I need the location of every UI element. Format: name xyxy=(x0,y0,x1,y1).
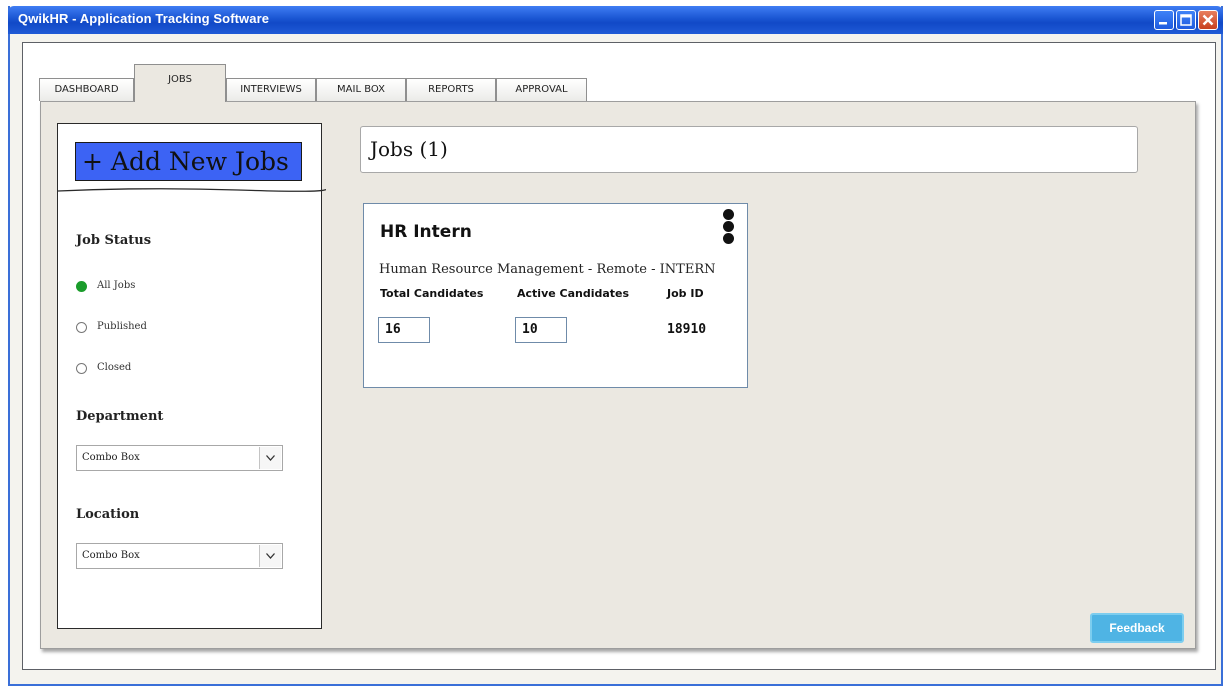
active-candidates-value[interactable]: 10 xyxy=(515,317,567,343)
close-button[interactable] xyxy=(1198,10,1218,30)
radio-published[interactable] xyxy=(76,322,87,333)
jobs-count-header: Jobs (1) xyxy=(360,126,1138,173)
department-dropdown-button[interactable] xyxy=(259,447,281,469)
department-select[interactable]: Combo Box xyxy=(76,445,283,471)
maximize-button[interactable] xyxy=(1176,10,1196,30)
department-heading: Department xyxy=(76,409,164,424)
tab-jobs[interactable]: JOBS xyxy=(134,64,226,102)
job-title[interactable]: HR Intern xyxy=(380,222,472,242)
total-candidates-value[interactable]: 16 xyxy=(378,317,430,343)
radio-all-jobs-label[interactable]: All Jobs xyxy=(97,280,135,291)
job-status-heading: Job Status xyxy=(76,233,152,248)
more-options-icon[interactable] xyxy=(721,209,737,247)
tab-interviews[interactable]: INTERVIEWS xyxy=(226,78,316,101)
add-new-jobs-button[interactable]: + Add New Jobs xyxy=(75,142,302,181)
minimize-button[interactable] xyxy=(1154,10,1174,30)
location-heading: Location xyxy=(76,507,140,522)
location-select-value: Combo Box xyxy=(82,550,140,561)
tab-dashboard[interactable]: DASHBOARD xyxy=(39,78,134,101)
window-title: QwikHR - Application Tracking Software xyxy=(18,11,270,26)
radio-closed-label[interactable]: Closed xyxy=(97,362,131,373)
filter-divider xyxy=(58,188,326,192)
radio-all-jobs[interactable] xyxy=(76,281,87,292)
radio-closed[interactable] xyxy=(76,363,87,374)
radio-published-label[interactable]: Published xyxy=(97,321,147,332)
feedback-button[interactable]: Feedback xyxy=(1090,613,1184,643)
maximize-icon xyxy=(1180,14,1192,26)
department-select-value: Combo Box xyxy=(82,452,140,463)
tab-mail-box[interactable]: MAIL BOX xyxy=(316,78,406,101)
tab-reports[interactable]: REPORTS xyxy=(406,78,496,101)
chevron-down-icon xyxy=(266,455,275,461)
close-icon xyxy=(1202,14,1214,26)
location-dropdown-button[interactable] xyxy=(259,545,281,567)
job-id-value: 18910 xyxy=(667,322,707,337)
title-bar[interactable]: QwikHR - Application Tracking Software xyxy=(8,6,1223,34)
tab-approval[interactable]: APPROVAL xyxy=(496,78,587,101)
active-candidates-label: Active Candidates xyxy=(517,287,630,300)
job-id-label: Job ID xyxy=(667,287,704,300)
location-select[interactable]: Combo Box xyxy=(76,543,283,569)
minimize-icon xyxy=(1159,22,1167,25)
chevron-down-icon xyxy=(266,553,275,559)
job-subtitle: Human Resource Management - Remote - INT… xyxy=(379,262,716,277)
total-candidates-label: Total Candidates xyxy=(380,287,484,300)
